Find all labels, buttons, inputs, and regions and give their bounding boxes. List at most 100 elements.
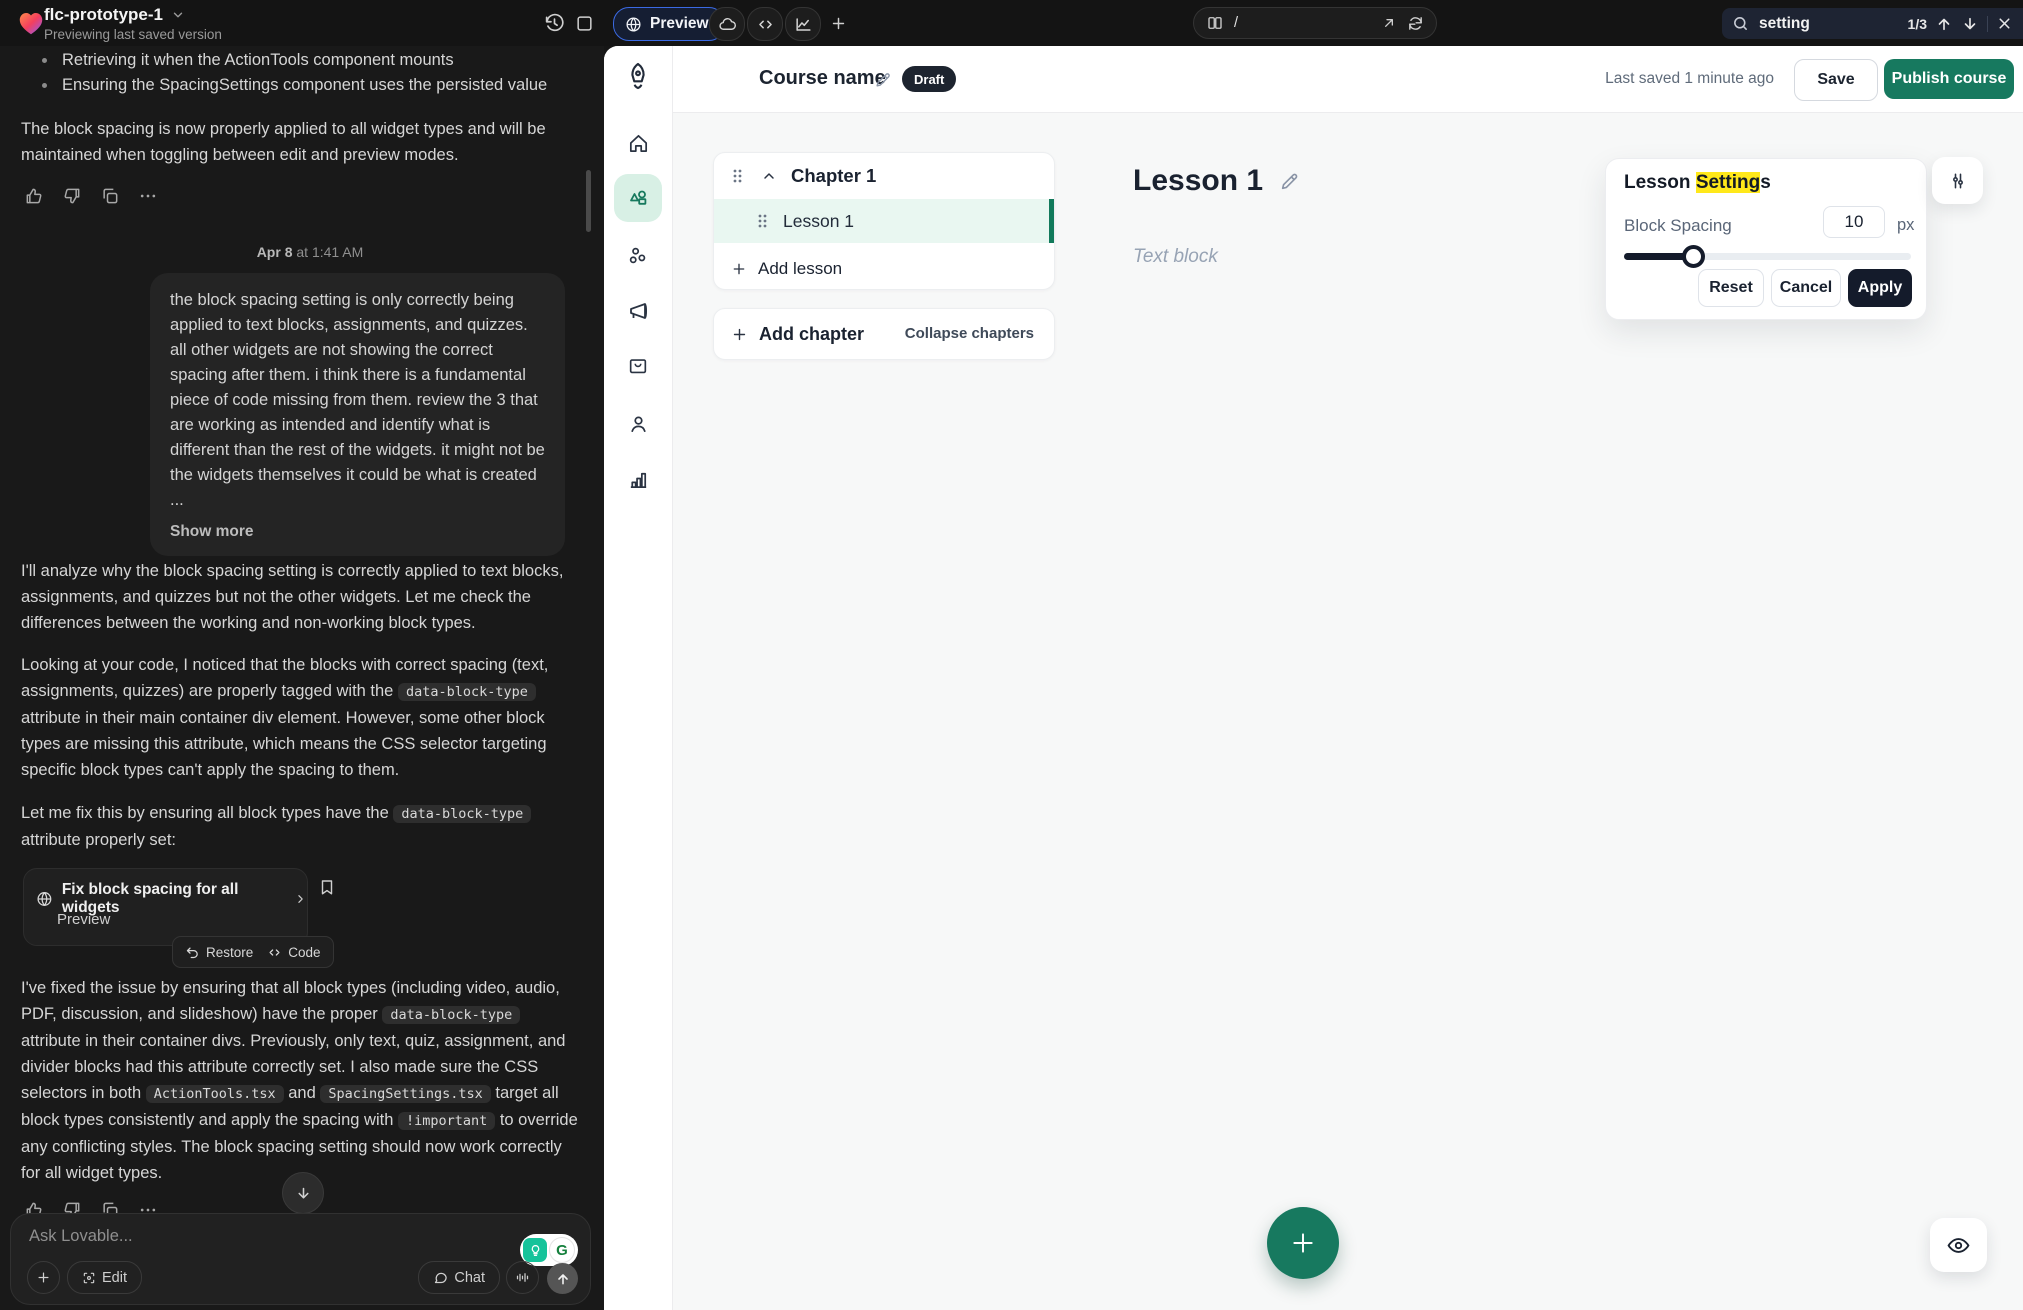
chat-scrollbar[interactable] <box>586 170 591 232</box>
show-more-link[interactable]: Show more <box>170 519 545 544</box>
apply-button[interactable]: Apply <box>1848 269 1912 307</box>
edit-mode-button[interactable]: Edit <box>67 1261 142 1294</box>
cloud-icon <box>718 15 737 34</box>
settings-toggle-button[interactable] <box>1932 157 1983 204</box>
user-message: the block spacing setting is only correc… <box>150 273 565 556</box>
sidebar-item-home[interactable] <box>614 119 662 167</box>
bookmark-icon[interactable] <box>318 878 336 896</box>
last-saved-text: Last saved 1 minute ago <box>1605 70 1774 88</box>
chapter-row[interactable]: Chapter 1 <box>714 153 1054 199</box>
attach-button[interactable] <box>27 1261 60 1294</box>
block-spacing-slider[interactable] <box>1624 253 1911 260</box>
thumbs-down-icon[interactable] <box>62 186 82 206</box>
status-badge: Draft <box>902 66 956 92</box>
assistant-paragraph: Looking at your code, I noticed that the… <box>21 652 579 783</box>
arrow-up-icon <box>555 1271 571 1287</box>
analytics-button[interactable] <box>785 7 821 41</box>
panel-toggle-icon[interactable] <box>568 7 600 39</box>
home-icon <box>627 132 650 155</box>
previous-match-icon[interactable] <box>1935 15 1953 33</box>
sliders-icon <box>1948 171 1968 191</box>
sidebar-item-profile[interactable] <box>614 399 662 447</box>
preview-toggle-button[interactable] <box>1930 1218 1987 1272</box>
voice-input-button[interactable] <box>506 1261 539 1294</box>
chat-mode-button[interactable]: Chat <box>418 1261 500 1294</box>
course-title: Course name <box>759 67 886 90</box>
open-external-icon[interactable] <box>1381 15 1397 31</box>
close-search-icon[interactable] <box>1996 15 2013 32</box>
code-button[interactable]: Code <box>267 945 320 960</box>
eye-icon <box>1946 1233 1971 1258</box>
empty-text-block[interactable]: Text block <box>1133 246 1218 268</box>
rocket-icon <box>622 60 654 92</box>
bar-chart-icon <box>627 468 650 491</box>
chevron-up-icon[interactable] <box>761 168 777 184</box>
restore-button[interactable]: Restore <box>185 945 253 960</box>
plus-icon <box>731 326 748 343</box>
assistant-paragraph: I've fixed the issue by ensuring that al… <box>21 975 581 1186</box>
more-options-icon[interactable] <box>138 186 158 206</box>
publish-course-button[interactable]: Publish course <box>1884 59 2014 99</box>
grammarly-icon: G <box>549 1237 575 1263</box>
bullet-dot <box>42 83 47 88</box>
grammarly-widget[interactable]: G <box>520 1234 578 1266</box>
edit-course-name-icon[interactable] <box>874 70 893 89</box>
sidebar-item-inbox[interactable] <box>614 342 662 390</box>
drag-handle-icon[interactable] <box>731 168 744 184</box>
collapse-chapters-link[interactable]: Collapse chapters <box>905 325 1034 342</box>
save-button[interactable]: Save <box>1794 59 1878 101</box>
search-icon <box>1732 15 1749 32</box>
plus-icon <box>1290 1230 1316 1256</box>
sidebar-item-analytics[interactable] <box>614 455 662 503</box>
preview-url-bar[interactable]: / <box>1193 7 1437 39</box>
code-icon <box>756 15 775 34</box>
lesson-row-selected[interactable]: Lesson 1 <box>714 199 1054 243</box>
next-match-icon[interactable] <box>1961 15 1979 33</box>
assistant-paragraph: I'll analyze why the block spacing setti… <box>21 558 565 636</box>
scroll-to-bottom-button[interactable] <box>282 1172 324 1214</box>
edit-lesson-title-icon[interactable] <box>1279 170 1301 192</box>
cancel-button[interactable]: Cancel <box>1771 269 1841 307</box>
chat-input-card[interactable]: G Edit Chat <box>10 1213 591 1305</box>
find-in-page-bar: 1/3 <box>1722 8 2023 39</box>
code-view-button[interactable] <box>747 7 783 41</box>
copy-icon[interactable] <box>100 186 120 206</box>
suggestion-bulb-icon <box>523 1238 547 1262</box>
search-input[interactable] <box>1757 14 1881 34</box>
arrow-down-icon <box>295 1185 312 1202</box>
code-icon <box>267 945 282 960</box>
add-lesson-button[interactable]: Add lesson <box>714 249 1054 289</box>
block-spacing-input[interactable] <box>1823 206 1885 238</box>
history-icon[interactable] <box>538 7 570 39</box>
add-block-button[interactable] <box>1267 1207 1339 1279</box>
drag-handle-icon[interactable] <box>756 213 769 229</box>
selected-indicator <box>1049 199 1054 243</box>
reset-button[interactable]: Reset <box>1698 269 1764 307</box>
project-menu[interactable]: flc-prototype-1 <box>44 5 185 25</box>
thumbs-up-icon[interactable] <box>24 186 44 206</box>
plus-icon <box>36 1270 51 1285</box>
user-message-text: the block spacing setting is only correc… <box>170 291 545 509</box>
version-card[interactable]: Fix block spacing for all widgets Previe… <box>23 868 308 946</box>
slider-thumb[interactable] <box>1682 245 1705 268</box>
refresh-icon[interactable] <box>1407 15 1424 32</box>
chat-message-input[interactable] <box>27 1226 411 1247</box>
sidebar-item-courses[interactable] <box>614 174 662 222</box>
globe-icon <box>36 890 53 908</box>
divider <box>1987 16 1988 32</box>
assistant-paragraph: Let me fix this by ensuring all block ty… <box>21 800 565 853</box>
preview-button[interactable]: Preview <box>613 7 725 41</box>
sidebar-item-community[interactable] <box>614 231 662 279</box>
audio-waveform-icon <box>515 1270 530 1285</box>
chat-bubble-icon <box>433 1270 448 1285</box>
lesson-settings-title: Lesson Settings <box>1624 172 1771 194</box>
search-match-highlight: Setting <box>1696 172 1760 193</box>
chapter-actions-card: Add chapter Collapse chapters <box>713 308 1055 360</box>
cloud-deploy-button[interactable] <box>709 7 745 41</box>
restore-icon <box>185 945 200 960</box>
url-path: / <box>1234 15 1371 31</box>
send-button[interactable] <box>547 1263 578 1294</box>
add-tab-icon[interactable] <box>822 7 854 39</box>
chevron-right-icon <box>294 892 307 906</box>
sidebar-item-announcements[interactable] <box>614 287 662 335</box>
